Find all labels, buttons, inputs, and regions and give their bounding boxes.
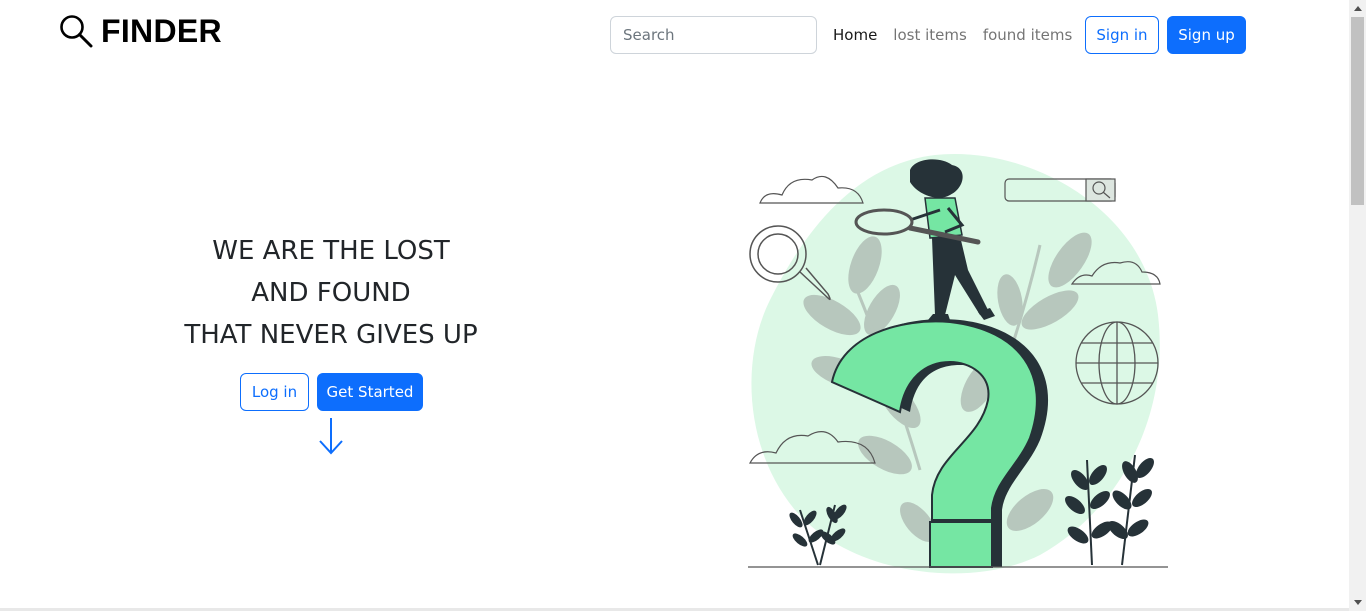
navbar: FINDER Home lost items found items Sign … xyxy=(0,0,1349,70)
brand-logo[interactable]: FINDER xyxy=(59,14,222,48)
nav-link-found-items[interactable]: found items xyxy=(983,26,1072,44)
page-scrollbar[interactable] xyxy=(1349,0,1366,611)
sign-in-button[interactable]: Sign in xyxy=(1085,16,1159,54)
search-input[interactable] xyxy=(610,16,817,54)
triangle-up-icon xyxy=(1353,6,1362,11)
scroll-up-arrow[interactable] xyxy=(1349,0,1366,17)
nav-link-lost-items[interactable]: lost items xyxy=(893,26,967,44)
scroll-down-arrow[interactable] xyxy=(1349,594,1366,611)
hero-title-line: THAT NEVER GIVES UP xyxy=(184,320,478,350)
triangle-down-icon xyxy=(1353,600,1362,605)
hero-title-line: WE ARE THE LOST xyxy=(212,236,450,266)
log-in-button[interactable]: Log in xyxy=(240,373,309,411)
brand-name: FINDER xyxy=(101,13,222,49)
nav-links: Home lost items found items xyxy=(833,26,1072,44)
magnifier-icon xyxy=(60,15,93,48)
lost-and-found-illustration xyxy=(748,153,1168,574)
get-started-button[interactable]: Get Started xyxy=(317,373,423,411)
nav-link-home[interactable]: Home xyxy=(833,26,877,44)
hero-title: WE ARE THE LOST AND FOUND THAT NEVER GIV… xyxy=(150,230,512,356)
scrollbar-thumb[interactable] xyxy=(1351,17,1364,205)
hero-title-line: AND FOUND xyxy=(251,278,411,308)
arrow-down-icon[interactable] xyxy=(318,416,344,456)
sign-up-button[interactable]: Sign up xyxy=(1167,16,1246,54)
